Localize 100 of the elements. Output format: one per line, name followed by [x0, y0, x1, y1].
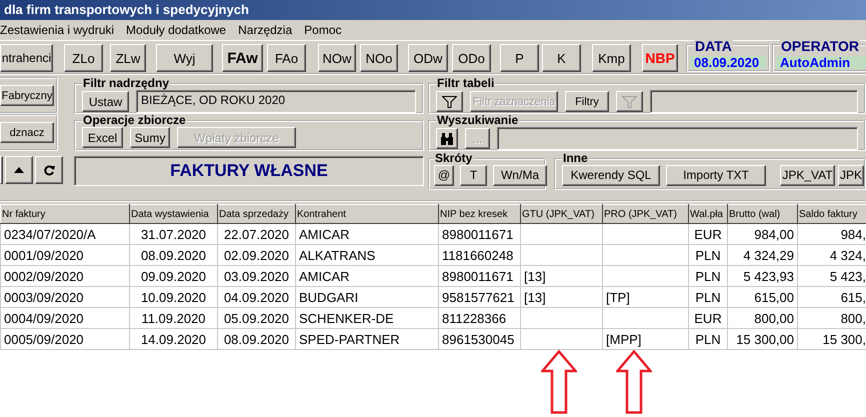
shortcut-button[interactable]: @ [434, 164, 454, 186]
table-cell: 984,00 [728, 224, 798, 244]
up-button[interactable] [5, 156, 33, 184]
toolbar-button[interactable]: ZLw [110, 44, 146, 72]
table-cell: 0003/09/2020 [0, 286, 130, 308]
column-header[interactable]: Nr faktury [0, 204, 130, 224]
table-cell: 0004/09/2020 [0, 308, 130, 328]
side-button[interactable]: dznacz [0, 122, 54, 143]
table-cell: [13] [520, 266, 602, 286]
column-header[interactable]: Wal.pła [688, 204, 728, 224]
toolbar-button[interactable]: ODw [408, 44, 448, 72]
info-value: 08.09.2020 [690, 56, 766, 69]
table-cell: 8980011671 [438, 224, 520, 244]
info-label: DATA [694, 40, 733, 53]
table-cell: 10.09.2020 [130, 286, 218, 308]
shortcut-button[interactable]: T [460, 164, 487, 186]
action-button[interactable]: Sumy [130, 127, 170, 148]
funnel-icon [622, 96, 637, 108]
info-label: OPERATOR [780, 40, 860, 53]
info-value: AutoAdmin [776, 56, 866, 69]
table-cell: 0002/09/2020 [0, 266, 130, 286]
tool-button[interactable]: JPK_VAT [780, 164, 835, 186]
table-cell: EUR [688, 308, 728, 328]
toolbar-button[interactable]: ODo [452, 44, 491, 72]
group-title: Wyszukiwanie [436, 114, 520, 127]
table-cell: 5 423,93 [728, 266, 798, 286]
action-button[interactable]: Excel [82, 127, 123, 148]
table-cell: PLN [688, 266, 728, 286]
search-field[interactable] [497, 127, 858, 150]
column-header[interactable]: Brutto (wal) [728, 204, 798, 224]
table-cell: 9581577621 [438, 286, 520, 308]
table-cell: 0005/09/2020 [0, 328, 130, 350]
table-cell: 811228366 [438, 308, 520, 328]
table-cell: 14.09.2020 [130, 328, 218, 350]
search-button[interactable] [436, 128, 458, 149]
binoculars-icon [441, 132, 453, 144]
table-cell: 800,00 [728, 308, 798, 328]
table-cell: 03.09.2020 [218, 266, 296, 286]
table-cell: PLN [688, 286, 728, 308]
table-cell: 09.09.2020 [130, 266, 218, 286]
group-title: Skróty [434, 152, 474, 165]
tool-button[interactable]: JPK [838, 164, 864, 186]
table-cell: AMICAR [296, 224, 438, 244]
column-header[interactable]: Data sprzedaży [218, 204, 296, 224]
table-cell: 4 324,29 [728, 244, 798, 266]
up-triangle-icon [14, 167, 24, 173]
column-header[interactable]: NIP bez kresek [438, 204, 520, 224]
toolbar-button[interactable]: NOo [360, 44, 398, 72]
toolbar-button[interactable]: ZLo [64, 44, 103, 72]
group-title: Inne [562, 152, 589, 165]
toolbar-button[interactable]: K [542, 44, 581, 72]
table-cell: 08.09.2020 [130, 244, 218, 266]
menu-item[interactable]: Narzędzia [238, 20, 292, 40]
menu-item[interactable]: Moduły dodatkowe [126, 20, 226, 40]
filter-button[interactable] [436, 91, 463, 112]
section-banner: FAKTURY WŁASNE [74, 156, 424, 186]
table-cell: [TP] [602, 286, 688, 308]
table-cell: 04.09.2020 [218, 286, 296, 308]
table-cell: SCHENKER-DE [296, 308, 438, 328]
filter-field[interactable] [650, 90, 858, 113]
side-button[interactable]: Fabryczny [0, 85, 54, 106]
table-cell: 22.07.2020 [218, 224, 296, 244]
toolbar-button[interactable]: FAo [267, 44, 306, 72]
column-header[interactable]: Kontrahent [296, 204, 438, 224]
toolbar-button[interactable]: Kmp [592, 44, 631, 72]
table-cell: AMICAR [296, 266, 438, 286]
filter-button[interactable]: Filtry [565, 91, 609, 112]
table-cell: 08.09.2020 [218, 328, 296, 350]
menu-item[interactable]: Pomoc [304, 20, 342, 40]
shortcut-button[interactable]: Wn/Ma [493, 164, 547, 186]
toolbar-button[interactable]: ntrahenci [0, 44, 53, 72]
table-cell: ALKATRANS [296, 244, 438, 266]
table-cell: 05.09.2020 [218, 308, 296, 328]
column-header[interactable]: PRO (JPK_VAT) [602, 204, 688, 224]
toolbar-button[interactable]: P [500, 44, 539, 72]
table-cell: 8961530045 [438, 328, 520, 350]
table-cell: [MPP] [602, 328, 688, 350]
table-cell: 0234/07/2020/A [0, 224, 130, 244]
toolbar-button[interactable]: Wyj [156, 44, 213, 72]
set-button[interactable]: Ustaw [82, 91, 129, 112]
menu-item[interactable]: Zestawienia i wydruki [0, 20, 114, 40]
table-cell: PLN [688, 244, 728, 266]
group-title: Filtr nadrzędny [82, 77, 170, 90]
tool-button[interactable]: Importy TXT [666, 164, 766, 186]
refresh-button[interactable] [35, 156, 63, 184]
toolbar-button[interactable]: NOw [318, 44, 356, 72]
table-cell: SPED-PARTNER [296, 328, 438, 350]
column-header[interactable]: Data wystawienia [130, 204, 218, 224]
toolbar-button[interactable]: FAw [222, 44, 263, 72]
column-header[interactable]: GTU (JPK_VAT) [520, 204, 602, 224]
table-cell: 31.07.2020 [130, 224, 218, 244]
tool-button[interactable]: Kwerendy SQL [562, 164, 660, 186]
table-cell: EUR [688, 224, 728, 244]
table-cell: PLN [688, 328, 728, 350]
filter-field[interactable]: BIEŻĄCE, OD ROKU 2020 [136, 90, 416, 113]
table-cell: 0001/09/2020 [0, 244, 130, 266]
group-title: Filtr tabeli [436, 77, 496, 90]
column-header[interactable]: Saldo faktury [798, 204, 866, 224]
window-title: dla firm transportowych i spedycyjnych [0, 0, 866, 20]
table-cell: 11.09.2020 [130, 308, 218, 328]
